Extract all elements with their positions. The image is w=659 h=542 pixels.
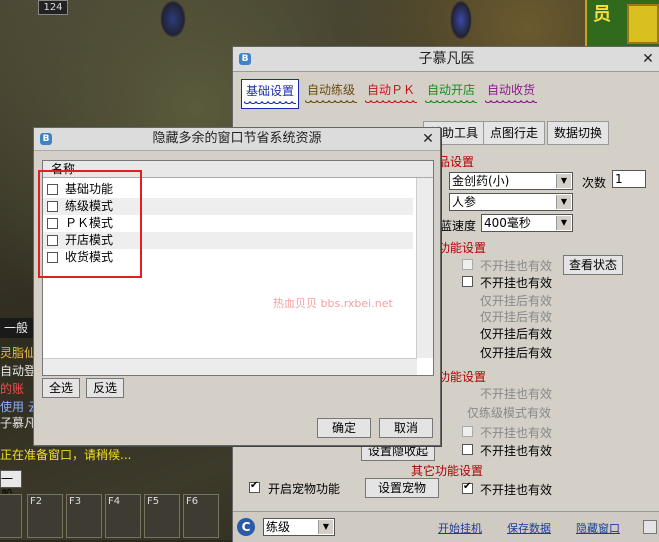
effect-label: 仅开挂后有效 xyxy=(480,310,553,324)
game-character xyxy=(160,0,186,38)
count-label: 次数 xyxy=(582,176,607,190)
main-title-text: 子慕凡医 xyxy=(418,51,475,67)
effect-label: 仅开挂后有效 xyxy=(480,327,553,341)
refresh-icon[interactable]: C xyxy=(237,518,255,536)
effect-label: 不开挂也有效 xyxy=(480,387,553,401)
horizontal-scrollbar[interactable] xyxy=(43,358,417,375)
minimap[interactable]: 员 xyxy=(585,0,659,46)
speed-label: 蓝速度 xyxy=(440,219,477,233)
checkbox[interactable] xyxy=(462,481,473,494)
highlight-box xyxy=(38,170,142,278)
chat-line: 自动登 xyxy=(0,364,37,378)
speed-select[interactable]: 400毫秒 ▼ xyxy=(481,214,573,232)
chat-line: 子慕凡 xyxy=(0,416,37,430)
ok-button[interactable]: 确定 xyxy=(317,418,371,438)
start-button[interactable]: 开始挂机 xyxy=(438,520,482,536)
hotbar-slot-f5[interactable]: F5 xyxy=(144,494,180,538)
level-indicator: 124 xyxy=(38,0,68,15)
chevron-down-icon: ▼ xyxy=(556,195,571,209)
minimap-marker xyxy=(627,4,659,44)
chat-line: 的账 xyxy=(0,382,25,396)
status-line: 正在准备窗口，请稍候... xyxy=(0,448,132,462)
chat-tab-general[interactable]: 一般 xyxy=(0,318,36,338)
hotbar: F2 F3 F4 F5 F6 xyxy=(0,494,230,540)
pet-label: 开启宠物功能 xyxy=(268,482,341,496)
tab-basic-settings[interactable]: 基础设置 xyxy=(241,79,299,109)
view-status-button[interactable]: 查看状态 xyxy=(563,255,623,275)
chat-line: 灵脂仙 xyxy=(0,346,37,360)
bottom-bar: C 练级 ▼ 开始挂机 保存数据 隐藏窗口 xyxy=(233,511,659,542)
wave-decoration xyxy=(485,99,537,105)
checkbox[interactable] xyxy=(462,426,473,437)
effect-label: 仅练级模式有效 xyxy=(467,406,552,420)
chevron-down-icon: ▼ xyxy=(556,174,571,188)
invert-selection-button[interactable]: 反选 xyxy=(86,378,124,398)
minimap-glyph: 员 xyxy=(593,4,611,25)
effect-label: 仅开挂后有效 xyxy=(480,346,553,360)
hotbar-slot-f2[interactable]: F2 xyxy=(27,494,63,538)
tab-auto-collect[interactable]: 自动收货 xyxy=(483,79,539,107)
wave-decoration xyxy=(425,99,477,105)
tab-auto-level[interactable]: 自动练级 xyxy=(303,79,359,107)
checkbox[interactable] xyxy=(462,276,473,287)
main-window-title: 子慕凡医 xyxy=(233,47,659,72)
section-title: 其它功能设置 xyxy=(411,464,484,478)
effect-label: 不开挂也有效 xyxy=(480,426,553,440)
vertical-scrollbar[interactable] xyxy=(416,178,433,358)
pet-settings-button[interactable]: 设置宠物 xyxy=(365,478,439,498)
chevron-down-icon: ▼ xyxy=(556,216,571,230)
watermark: 热血贝贝 bbs.rxbei.net xyxy=(273,297,393,310)
count-input[interactable]: 1 xyxy=(612,170,646,188)
section-title: 功能设置 xyxy=(438,241,487,255)
wave-decoration xyxy=(244,100,296,106)
chat-tab-general-2[interactable]: 一般 xyxy=(0,470,22,502)
hotbar-slot-f3[interactable]: F3 xyxy=(66,494,102,538)
effect-label: 不开挂也有效 xyxy=(480,483,553,497)
medicine-select[interactable]: 金创药(小) ▼ xyxy=(449,172,573,190)
game-character-2 xyxy=(450,0,472,40)
resize-grip[interactable] xyxy=(643,520,657,534)
wave-decoration xyxy=(365,99,417,105)
effect-label: 不开挂也有效 xyxy=(480,444,553,458)
app-icon: B xyxy=(239,53,251,65)
item-select[interactable]: 人参 ▼ xyxy=(449,193,573,211)
effect-label: 不开挂也有效 xyxy=(480,276,553,290)
mode-select[interactable]: 练级 ▼ xyxy=(263,518,335,536)
app-icon: B xyxy=(40,133,52,145)
hotbar-slot-f6[interactable]: F6 xyxy=(183,494,219,538)
checkbox[interactable] xyxy=(462,259,473,270)
section-title: 功能设置 xyxy=(438,370,487,384)
chevron-down-icon: ▼ xyxy=(318,520,333,534)
hotbar-slot[interactable] xyxy=(0,494,22,538)
hide-window-button[interactable]: 隐藏窗口 xyxy=(576,520,620,536)
effect-label: 不开挂也有效 xyxy=(480,259,553,273)
close-icon[interactable]: ✕ xyxy=(421,132,435,146)
effect-label: 仅开挂后有效 xyxy=(480,294,553,308)
subtab-switch[interactable]: 数据切换 xyxy=(547,121,610,145)
pet-checkbox[interactable] xyxy=(249,480,260,493)
section-title: 品设置 xyxy=(438,155,475,169)
wave-decoration xyxy=(305,99,357,105)
cancel-button[interactable]: 取消 xyxy=(379,418,433,438)
dialog-title: 隐藏多余的窗口节省系统资源 xyxy=(34,128,440,151)
save-data-button[interactable]: 保存数据 xyxy=(507,520,551,536)
select-all-button[interactable]: 全选 xyxy=(42,378,80,398)
tab-auto-pk[interactable]: 自动ＰＫ xyxy=(363,79,419,107)
checkbox[interactable] xyxy=(462,444,473,455)
hotbar-slot-f4[interactable]: F4 xyxy=(105,494,141,538)
dialog-title-text: 隐藏多余的窗口节省系统资源 xyxy=(152,131,322,146)
hide-windows-dialog: 隐藏多余的窗口节省系统资源 B ✕ 名称 基础功能 练级模式 ＰＫ模式 开店模式… xyxy=(33,127,441,446)
close-icon[interactable]: ✕ xyxy=(641,52,655,66)
subtab-walk[interactable]: 点图行走 xyxy=(483,121,546,145)
tab-auto-shop[interactable]: 自动开店 xyxy=(423,79,479,107)
